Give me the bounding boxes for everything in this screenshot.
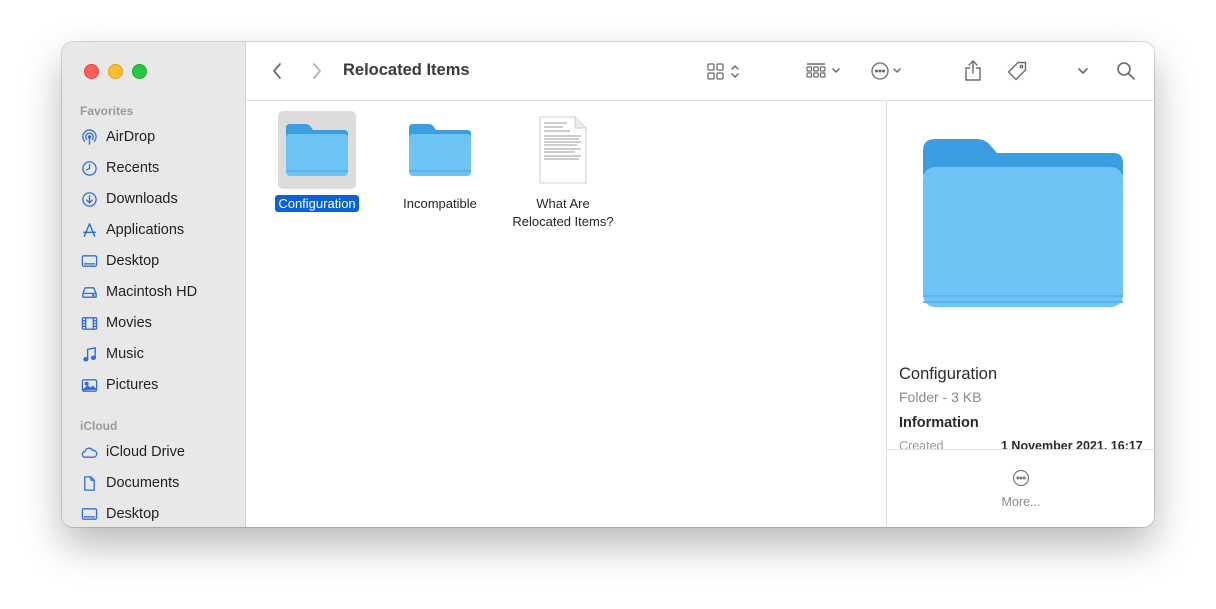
desktop-icon: [80, 505, 98, 523]
cloud-icon: [80, 443, 98, 461]
toolbar-overflow-button[interactable]: [1072, 42, 1094, 100]
file-name-line: What Are: [536, 196, 590, 211]
sidebar-item-icloud-drive[interactable]: iCloud Drive: [80, 440, 185, 464]
group-icon: [803, 61, 845, 81]
chevron-right-icon: [311, 62, 323, 80]
file-name: Configuration: [275, 195, 359, 212]
document-icon: [80, 474, 98, 492]
group-button[interactable]: [799, 42, 849, 100]
sidebar-item-pictures[interactable]: Pictures: [80, 373, 158, 397]
film-icon: [80, 314, 98, 332]
sidebar-section-favorites: Favorites: [80, 104, 134, 118]
window-controls: [84, 64, 147, 79]
file-browser-area: Configuration Incompatible What Are Relo…: [246, 101, 886, 527]
sidebar-item-applications[interactable]: Applications: [80, 218, 184, 242]
info-value: 1 November 2021, 16:17: [1001, 439, 1143, 449]
view-mode-button[interactable]: [702, 42, 746, 100]
ellipsis-circle-icon: [1011, 469, 1031, 492]
search-button[interactable]: [1112, 42, 1140, 100]
clock-icon: [80, 159, 98, 177]
zoom-window-button[interactable]: [132, 64, 147, 79]
sidebar-item-label: Desktop: [106, 253, 160, 269]
hard-drive-icon: [80, 283, 98, 301]
sidebar-item-label: Downloads: [106, 191, 178, 207]
window-title: Relocated Items: [343, 61, 470, 79]
applications-icon: [80, 221, 98, 239]
sidebar-item-movies[interactable]: Movies: [80, 311, 152, 335]
chevron-down-icon: [1077, 66, 1089, 76]
preview-info-header: Information: [899, 415, 979, 431]
airdrop-icon: [80, 128, 98, 146]
desktop-icon: [80, 252, 98, 270]
folder-icon: [401, 111, 479, 189]
forward-button[interactable]: [304, 42, 330, 100]
sidebar-item-documents[interactable]: Documents: [80, 471, 179, 495]
chevron-left-icon: [271, 62, 283, 80]
sidebar-item-recents[interactable]: Recents: [80, 156, 159, 180]
search-icon: [1116, 61, 1136, 81]
sidebar-item-macintosh-hd[interactable]: Macintosh HD: [80, 280, 197, 304]
sidebar-item-label: AirDrop: [106, 129, 156, 145]
toolbar: Relocated Items: [246, 42, 1154, 101]
action-menu-button[interactable]: [867, 42, 911, 100]
tags-button[interactable]: [1003, 42, 1031, 100]
sidebar-item-label: iCloud Drive: [106, 444, 185, 460]
minimize-window-button[interactable]: [108, 64, 123, 79]
back-button[interactable]: [264, 42, 290, 100]
divider: [887, 449, 1154, 450]
file-name-line: Relocated Items?: [512, 214, 614, 229]
ellipsis-circle-icon: [869, 60, 909, 82]
info-label: Created: [899, 439, 944, 449]
close-window-button[interactable]: [84, 64, 99, 79]
sidebar-item-label: Macintosh HD: [106, 284, 198, 300]
sidebar-item-icloud-desktop[interactable]: Desktop: [80, 502, 159, 526]
file-name: Incompatible: [403, 196, 477, 211]
preview-info-row-created: Created 1 November 2021, 16:17: [899, 439, 1149, 449]
preview-pane: Configuration Folder - 3 KB Information …: [886, 101, 1154, 527]
sidebar-item-downloads[interactable]: Downloads: [80, 187, 178, 211]
preview-file-name: Configuration: [899, 365, 998, 383]
folder-icon: [278, 111, 356, 189]
photo-icon: [80, 376, 98, 394]
more-button[interactable]: [1011, 468, 1031, 493]
sidebar-item-label: Music: [106, 346, 144, 362]
more-label[interactable]: More...: [887, 495, 1154, 509]
sidebar-item-label: Desktop: [106, 506, 160, 522]
sidebar-item-desktop[interactable]: Desktop: [80, 249, 159, 273]
sidebar-item-label: Pictures: [106, 377, 159, 393]
preview-file-meta: Folder - 3 KB: [899, 389, 982, 405]
folder-preview-icon: [917, 135, 1125, 318]
sidebar-item-label: Applications: [106, 222, 185, 238]
share-icon: [963, 59, 983, 83]
share-button[interactable]: [960, 42, 986, 100]
music-note-icon: [80, 345, 98, 363]
sidebar-item-music[interactable]: Music: [80, 342, 144, 366]
sidebar-item-label: Documents: [106, 475, 180, 491]
sidebar: Favorites AirDrop Recents Downloads Appl…: [62, 42, 246, 527]
grid-view-icon: [706, 61, 742, 81]
download-icon: [80, 190, 98, 208]
tag-icon: [1006, 60, 1028, 82]
sidebar-item-label: Movies: [106, 315, 152, 331]
finder-window: Favorites AirDrop Recents Downloads Appl…: [62, 42, 1154, 527]
sidebar-item-label: Recents: [106, 160, 160, 176]
sidebar-item-airdrop[interactable]: AirDrop: [80, 125, 155, 149]
sidebar-section-icloud: iCloud: [80, 419, 118, 433]
document-icon: [524, 111, 602, 189]
